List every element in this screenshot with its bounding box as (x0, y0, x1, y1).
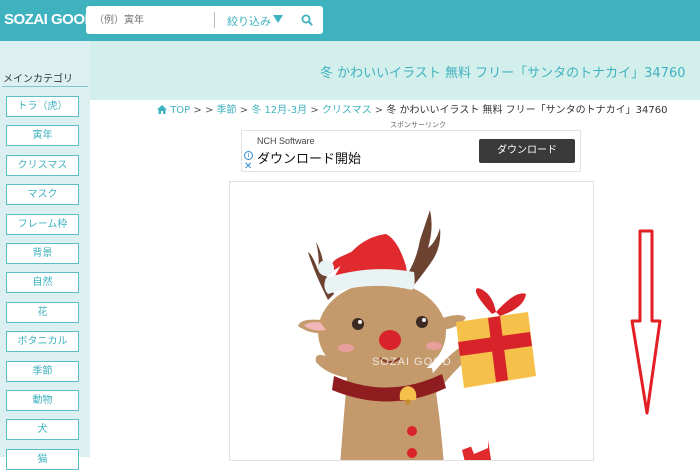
caret-down-icon[interactable] (273, 15, 283, 23)
home-icon (157, 105, 167, 114)
sidebar-item-flower[interactable]: 花 (6, 302, 79, 323)
reindeer-illustration (298, 210, 536, 460)
ad-headline[interactable]: ダウンロード開始 (257, 148, 361, 167)
close-icon[interactable]: ✕ (244, 161, 252, 172)
sidebar-item-animal[interactable]: 動物 (6, 390, 79, 411)
info-icon[interactable]: i (244, 151, 253, 160)
illustration-frame[interactable]: SOZAI GOOD (229, 181, 594, 461)
sidebar-item-torayear[interactable]: 寅年 (6, 125, 79, 146)
sidebar-item-tora[interactable]: トラ（虎） (6, 96, 79, 117)
sidebar-divider (2, 86, 88, 87)
breadcrumb-separator: > (193, 105, 205, 116)
breadcrumb-item-christmas[interactable]: クリスマス (322, 105, 372, 116)
search-box: 絞り込み (86, 6, 323, 34)
sidebar-item-background[interactable]: 背景 (6, 243, 79, 264)
sidebar: メインカテゴリ トラ（虎） 寅年 クリスマス マスク フレーム枠 背景 自然 花… (0, 41, 90, 470)
breadcrumb-separator: > (239, 105, 252, 116)
sidebar-title: メインカテゴリ (3, 74, 73, 85)
search-divider (214, 12, 215, 28)
breadcrumb-item-winter[interactable]: 冬 12月-3月 (251, 105, 307, 116)
search-button[interactable] (298, 11, 316, 29)
breadcrumb-separator: > (310, 105, 322, 116)
search-icon (301, 14, 313, 26)
sidebar-item-cat[interactable]: 猫 (6, 449, 79, 470)
breadcrumb-separator: > (374, 105, 387, 116)
breadcrumb-top-label: TOP (170, 105, 191, 116)
top-bar: SOZAI GOOD 絞り込み (0, 0, 700, 41)
sidebar-item-mask[interactable]: マスク (6, 184, 79, 205)
breadcrumb-current: 冬 かわいいイラスト 無料 フリー「サンタのトナカイ」34760 (386, 105, 668, 116)
breadcrumb-top[interactable]: TOP (157, 105, 190, 116)
watermark: SOZAI GOOD (372, 356, 452, 368)
sidebar-item-christmas[interactable]: クリスマス (6, 155, 79, 176)
filter-dropdown[interactable]: 絞り込み (227, 13, 271, 29)
red-arrow-down (630, 229, 662, 415)
sponsor-label: スポンサーリンク (390, 121, 446, 129)
sidebar-item-season[interactable]: 季節 (6, 361, 79, 382)
page-title: 冬 かわいいイラスト 無料 フリー「サンタのトナカイ」34760 (320, 66, 686, 81)
sidebar-item-dog[interactable]: 犬 (6, 419, 79, 440)
sidebar-item-botanical[interactable]: ボタニカル (6, 331, 79, 352)
title-banner: 冬 かわいいイラスト 無料 フリー「サンタのトナカイ」34760 (90, 41, 700, 100)
breadcrumb: TOP > > 季節 > 冬 12月-3月 > クリスマス > 冬 かわいいイラ… (157, 101, 668, 116)
search-input[interactable] (94, 10, 212, 30)
breadcrumb-item-season[interactable]: 季節 (217, 105, 237, 116)
ad-banner[interactable]: i ✕ NCH Software ダウンロード開始 ダウンロード (241, 130, 581, 172)
sidebar-item-nature[interactable]: 自然 (6, 272, 79, 293)
site-logo[interactable]: SOZAI GOOD (4, 11, 95, 28)
sidebar-item-frame[interactable]: フレーム枠 (6, 214, 79, 235)
ad-vendor: NCH Software (257, 136, 315, 146)
ad-download-button[interactable]: ダウンロード (479, 139, 575, 163)
breadcrumb-separator: > (204, 105, 217, 116)
